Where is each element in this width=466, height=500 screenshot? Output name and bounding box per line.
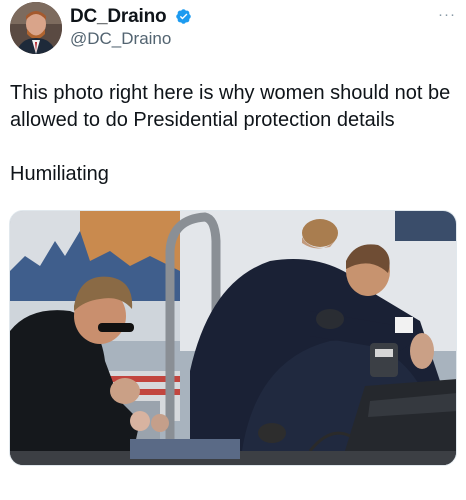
display-name[interactable]: DC_Draino <box>70 6 167 28</box>
more-options-icon[interactable]: ··· <box>438 6 456 23</box>
tweet-header: DC_Draino @DC_Draino ··· <box>10 2 456 58</box>
tweet-text-line-2: Humiliating <box>10 163 109 185</box>
avatar[interactable] <box>10 2 62 54</box>
verified-badge-icon <box>176 9 191 24</box>
tweet-photo[interactable] <box>9 210 457 466</box>
photo-illustration <box>10 211 456 465</box>
user-handle[interactable]: @DC_Draino <box>70 29 171 49</box>
tweet-text: This photo right here is why women shoul… <box>10 82 451 131</box>
